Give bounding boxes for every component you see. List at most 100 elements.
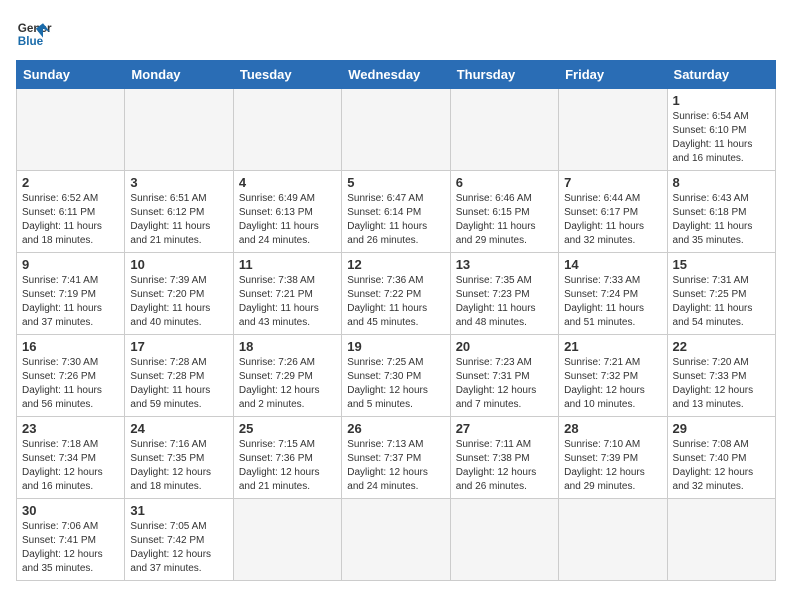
calendar-cell: 21 Sunrise: 7:21 AM Sunset: 7:32 PM Dayli… xyxy=(559,335,667,417)
day-number: 9 xyxy=(22,257,119,272)
calendar-cell: 23Sunrise: 7:18 AM Sunset: 7:34 PM Dayli… xyxy=(17,417,125,499)
day-info: Sunrise: 6:43 AM Sunset: 6:18 PM Dayligh… xyxy=(673,192,770,248)
day-number: 29 xyxy=(673,421,770,436)
calendar-cell: 5 Sunrise: 6:47 AM Sunset: 6:14 PM Daylig… xyxy=(342,171,450,253)
calendar-cell: 3Sunrise: 6:51 AM Sunset: 6:12 PM Daylig… xyxy=(125,171,233,253)
day-number: 31 xyxy=(130,503,227,518)
day-number: 12 xyxy=(347,257,444,272)
day-info: Sunrise: 7:05 AM Sunset: 7:42 PM Dayligh… xyxy=(130,520,227,576)
calendar-cell xyxy=(342,499,450,581)
day-number: 3 xyxy=(130,175,227,190)
calendar-cell xyxy=(559,499,667,581)
column-header-friday: Friday xyxy=(559,61,667,89)
day-info: Sunrise: 6:44 AM Sunset: 6:17 PM Dayligh… xyxy=(564,192,661,248)
day-info: Sunrise: 7:25 AM Sunset: 7:30 PM Dayligh… xyxy=(347,356,444,412)
day-info: Sunrise: 7:35 AM Sunset: 7:23 PM Dayligh… xyxy=(456,274,553,330)
calendar-cell xyxy=(233,89,341,171)
day-number: 13 xyxy=(456,257,553,272)
day-info: Sunrise: 7:21 AM Sunset: 7:32 PM Dayligh… xyxy=(564,356,661,412)
day-number: 22 xyxy=(673,339,770,354)
day-info: Sunrise: 7:13 AM Sunset: 7:37 PM Dayligh… xyxy=(347,438,444,494)
day-info: Sunrise: 7:28 AM Sunset: 7:28 PM Dayligh… xyxy=(130,356,227,412)
day-number: 1 xyxy=(673,93,770,108)
calendar-cell: 14 Sunrise: 7:33 AM Sunset: 7:24 PM Dayli… xyxy=(559,253,667,335)
calendar-cell xyxy=(233,499,341,581)
svg-text:Blue: Blue xyxy=(18,35,44,48)
calendar-cell: 18Sunrise: 7:26 AM Sunset: 7:29 PM Dayli… xyxy=(233,335,341,417)
day-number: 11 xyxy=(239,257,336,272)
calendar-cell: 6 Sunrise: 6:46 AM Sunset: 6:15 PM Daylig… xyxy=(450,171,558,253)
day-info: Sunrise: 7:20 AM Sunset: 7:33 PM Dayligh… xyxy=(673,356,770,412)
day-number: 30 xyxy=(22,503,119,518)
day-info: Sunrise: 7:41 AM Sunset: 7:19 PM Dayligh… xyxy=(22,274,119,330)
calendar-cell: 15 Sunrise: 7:31 AM Sunset: 7:25 PM Dayli… xyxy=(667,253,775,335)
calendar-cell: 22 Sunrise: 7:20 AM Sunset: 7:33 PM Dayli… xyxy=(667,335,775,417)
calendar-cell xyxy=(17,89,125,171)
column-header-tuesday: Tuesday xyxy=(233,61,341,89)
day-info: Sunrise: 7:39 AM Sunset: 7:20 PM Dayligh… xyxy=(130,274,227,330)
calendar-header-row: SundayMondayTuesdayWednesdayThursdayFrid… xyxy=(17,61,776,89)
calendar-cell xyxy=(559,89,667,171)
day-number: 2 xyxy=(22,175,119,190)
day-number: 15 xyxy=(673,257,770,272)
day-info: Sunrise: 7:11 AM Sunset: 7:38 PM Dayligh… xyxy=(456,438,553,494)
column-header-saturday: Saturday xyxy=(667,61,775,89)
day-info: Sunrise: 7:06 AM Sunset: 7:41 PM Dayligh… xyxy=(22,520,119,576)
day-number: 27 xyxy=(456,421,553,436)
day-number: 4 xyxy=(239,175,336,190)
column-header-wednesday: Wednesday xyxy=(342,61,450,89)
calendar-table: SundayMondayTuesdayWednesdayThursdayFrid… xyxy=(16,60,776,581)
column-header-monday: Monday xyxy=(125,61,233,89)
calendar-cell: 24Sunrise: 7:16 AM Sunset: 7:35 PM Dayli… xyxy=(125,417,233,499)
calendar-cell xyxy=(667,499,775,581)
day-info: Sunrise: 6:47 AM Sunset: 6:14 PM Dayligh… xyxy=(347,192,444,248)
day-info: Sunrise: 7:26 AM Sunset: 7:29 PM Dayligh… xyxy=(239,356,336,412)
calendar-cell: 2 Sunrise: 6:52 AM Sunset: 6:11 PM Daylig… xyxy=(17,171,125,253)
day-number: 7 xyxy=(564,175,661,190)
day-number: 24 xyxy=(130,421,227,436)
day-number: 16 xyxy=(22,339,119,354)
calendar-cell: 4 Sunrise: 6:49 AM Sunset: 6:13 PM Daylig… xyxy=(233,171,341,253)
calendar-cell: 9 Sunrise: 7:41 AM Sunset: 7:19 PM Daylig… xyxy=(17,253,125,335)
calendar-cell xyxy=(342,89,450,171)
day-number: 10 xyxy=(130,257,227,272)
calendar-cell: 28Sunrise: 7:10 AM Sunset: 7:39 PM Dayli… xyxy=(559,417,667,499)
day-info: Sunrise: 7:31 AM Sunset: 7:25 PM Dayligh… xyxy=(673,274,770,330)
calendar-cell: 7 Sunrise: 6:44 AM Sunset: 6:17 PM Daylig… xyxy=(559,171,667,253)
day-number: 21 xyxy=(564,339,661,354)
day-number: 20 xyxy=(456,339,553,354)
day-number: 14 xyxy=(564,257,661,272)
logo-icon: General Blue xyxy=(16,16,52,52)
day-info: Sunrise: 7:18 AM Sunset: 7:34 PM Dayligh… xyxy=(22,438,119,494)
day-number: 8 xyxy=(673,175,770,190)
day-info: Sunrise: 7:23 AM Sunset: 7:31 PM Dayligh… xyxy=(456,356,553,412)
day-info: Sunrise: 7:10 AM Sunset: 7:39 PM Dayligh… xyxy=(564,438,661,494)
calendar-cell: 25 Sunrise: 7:15 AM Sunset: 7:36 PM Dayli… xyxy=(233,417,341,499)
calendar-cell: 10 Sunrise: 7:39 AM Sunset: 7:20 PM Dayli… xyxy=(125,253,233,335)
day-info: Sunrise: 7:15 AM Sunset: 7:36 PM Dayligh… xyxy=(239,438,336,494)
calendar-cell: 31 Sunrise: 7:05 AM Sunset: 7:42 PM Dayli… xyxy=(125,499,233,581)
day-number: 25 xyxy=(239,421,336,436)
day-info: Sunrise: 6:46 AM Sunset: 6:15 PM Dayligh… xyxy=(456,192,553,248)
day-number: 6 xyxy=(456,175,553,190)
logo: General Blue xyxy=(16,16,52,52)
day-info: Sunrise: 7:38 AM Sunset: 7:21 PM Dayligh… xyxy=(239,274,336,330)
calendar-week-2: 2 Sunrise: 6:52 AM Sunset: 6:11 PM Daylig… xyxy=(17,171,776,253)
day-info: Sunrise: 7:33 AM Sunset: 7:24 PM Dayligh… xyxy=(564,274,661,330)
calendar-cell: 26Sunrise: 7:13 AM Sunset: 7:37 PM Dayli… xyxy=(342,417,450,499)
calendar-cell: 17Sunrise: 7:28 AM Sunset: 7:28 PM Dayli… xyxy=(125,335,233,417)
day-info: Sunrise: 7:30 AM Sunset: 7:26 PM Dayligh… xyxy=(22,356,119,412)
calendar-week-1: 1Sunrise: 6:54 AM Sunset: 6:10 PM Daylig… xyxy=(17,89,776,171)
calendar-week-6: 30 Sunrise: 7:06 AM Sunset: 7:41 PM Dayli… xyxy=(17,499,776,581)
calendar-week-5: 23Sunrise: 7:18 AM Sunset: 7:34 PM Dayli… xyxy=(17,417,776,499)
calendar-week-3: 9 Sunrise: 7:41 AM Sunset: 7:19 PM Daylig… xyxy=(17,253,776,335)
calendar-cell: 16 Sunrise: 7:30 AM Sunset: 7:26 PM Dayli… xyxy=(17,335,125,417)
day-info: Sunrise: 6:49 AM Sunset: 6:13 PM Dayligh… xyxy=(239,192,336,248)
calendar-cell xyxy=(450,89,558,171)
calendar-cell xyxy=(450,499,558,581)
day-info: Sunrise: 6:52 AM Sunset: 6:11 PM Dayligh… xyxy=(22,192,119,248)
day-number: 5 xyxy=(347,175,444,190)
calendar-cell: 30 Sunrise: 7:06 AM Sunset: 7:41 PM Dayli… xyxy=(17,499,125,581)
column-header-sunday: Sunday xyxy=(17,61,125,89)
calendar-cell: 29Sunrise: 7:08 AM Sunset: 7:40 PM Dayli… xyxy=(667,417,775,499)
